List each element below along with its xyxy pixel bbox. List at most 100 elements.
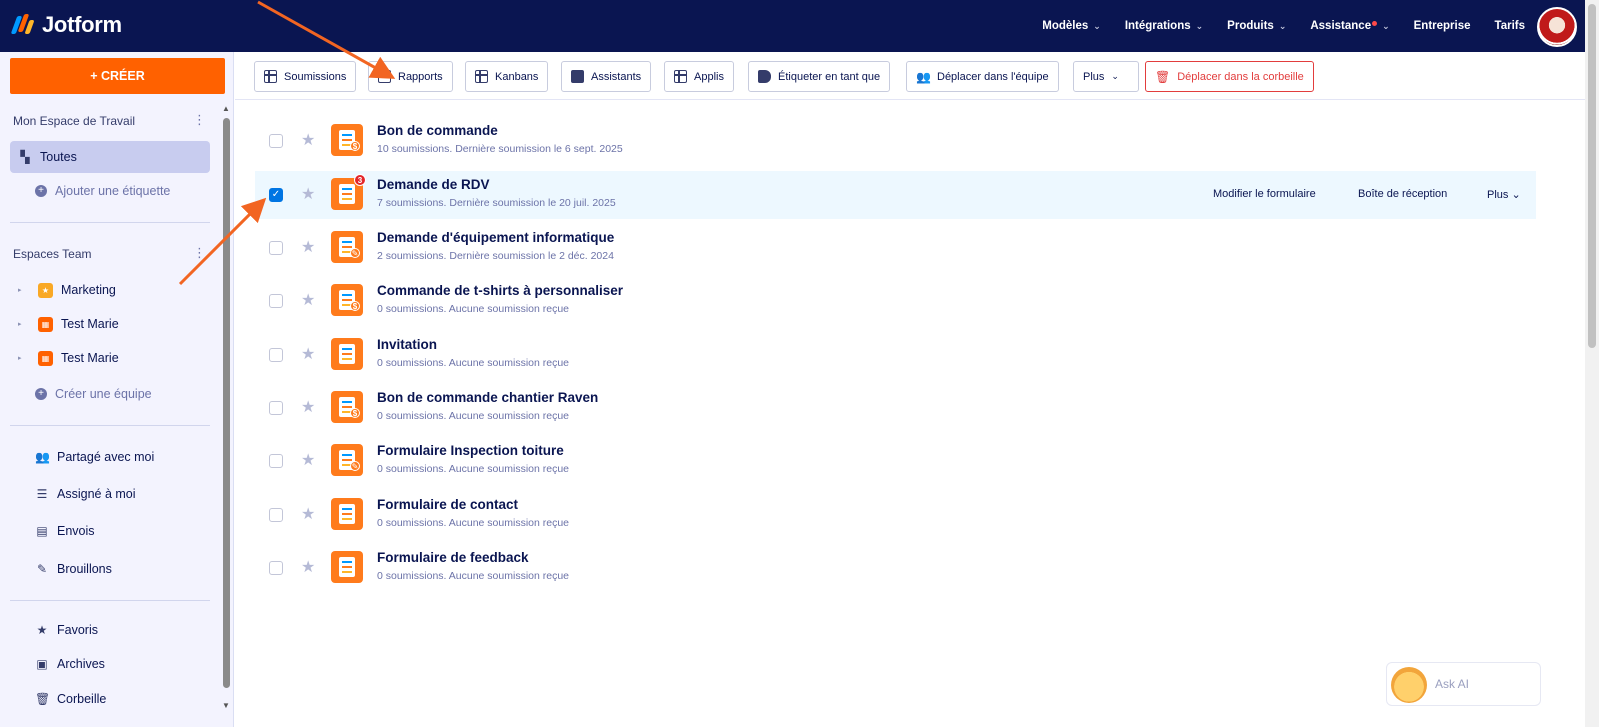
sidebar-item-favorites[interactable]: ★ Favoris [10, 614, 210, 646]
sidebar-item-team-test-marie-2[interactable]: ▸ ▦ Test Marie [10, 342, 210, 374]
form-checkbox[interactable] [269, 134, 283, 148]
apps-icon [674, 70, 687, 83]
form-icon [331, 551, 363, 583]
form-submission-info: 2 soumissions. Dernière soumission le 2 … [377, 250, 614, 262]
form-title[interactable]: Commande de t-shirts à personnaliser [377, 283, 623, 298]
form-checkbox[interactable] [269, 508, 283, 522]
kanbans-button[interactable]: Kanbans [465, 61, 549, 92]
edit-form-button[interactable]: Modifier le formulaire [1213, 188, 1316, 200]
favorite-star-icon[interactable]: ★ [301, 344, 315, 364]
sidebar-item-label: Marketing [61, 283, 116, 297]
caret-right-icon[interactable]: ▸ [18, 354, 30, 362]
add-tag-button[interactable]: + Ajouter une étiquette [10, 175, 210, 207]
caret-right-icon[interactable]: ▸ [18, 286, 30, 294]
ask-ai-button[interactable]: Ask AI [1386, 662, 1541, 706]
teams-menu-icon[interactable]: ⋮ [193, 245, 206, 261]
sidebar-item-label: Assigné à moi [57, 487, 136, 501]
nav-support[interactable]: Assistance ⌄ [1298, 20, 1401, 32]
form-title[interactable]: Demande de RDV [377, 177, 490, 192]
form-row[interactable]: ★ Formulaire de contact 0 soumissions. Auc… [255, 491, 1536, 539]
sidebar-item-team-marketing[interactable]: ▸ ★ Marketing [10, 274, 210, 306]
form-submission-info: 0 soumissions. Aucune soumission reçue [377, 570, 570, 582]
sidebar-item-label: Corbeille [57, 692, 107, 706]
sidebar-item-drafts[interactable]: ✎ Brouillons [10, 553, 210, 585]
move-to-team-button[interactable]: 👥 Déplacer dans l'équipe [906, 61, 1059, 92]
form-row[interactable]: ★ ✎ Demande d'équipement informatique 2 sou… [255, 224, 1536, 272]
sidebar-item-shared[interactable]: 👥 Partagé avec moi [10, 441, 210, 473]
inbox-button[interactable]: Boîte de réception [1358, 188, 1447, 200]
form-icon: $ [331, 284, 363, 316]
favorite-star-icon[interactable]: ★ [301, 237, 315, 257]
form-title[interactable]: Bon de commande [377, 123, 498, 138]
nav-templates[interactable]: Modèles ⌄ [1030, 20, 1113, 32]
scroll-up-icon[interactable]: ▲ [222, 104, 230, 113]
reports-button[interactable]: Rapports [368, 61, 453, 92]
form-row[interactable]: ★ $ Commande de t-shirts à personnaliser 0 … [255, 277, 1536, 325]
form-checkbox[interactable] [269, 401, 283, 415]
nav-enterprise[interactable]: Entreprise [1402, 20, 1483, 32]
draft-icon: ✎ [36, 562, 48, 576]
sidebar: + CRÉER Mon Espace de Travail ⋮ ▚ Toutes… [0, 52, 234, 727]
jotform-logo[interactable]: Jotform [10, 12, 122, 38]
more-actions-dropdown[interactable]: Plus ⌄ [1073, 61, 1139, 92]
create-team-button[interactable]: + Créer une équipe [10, 378, 210, 410]
row-more-button[interactable]: Plus ⌄ [1487, 188, 1521, 201]
sidebar-item-assigned[interactable]: ☰ Assigné à moi [10, 478, 210, 510]
page-scrollbar[interactable] [1585, 0, 1599, 727]
favorite-star-icon[interactable]: ★ [301, 184, 315, 204]
form-checkbox[interactable] [269, 294, 283, 308]
form-title[interactable]: Invitation [377, 337, 437, 352]
form-title[interactable]: Demande d'équipement informatique [377, 230, 614, 245]
sidebar-item-sent[interactable]: ▤ Envois [10, 515, 210, 547]
caret-right-icon[interactable]: ▸ [18, 320, 30, 328]
logo-text: Jotform [42, 12, 122, 37]
form-title[interactable]: Formulaire Inspection toiture [377, 443, 564, 458]
favorite-star-icon[interactable]: ★ [301, 290, 315, 310]
favorite-star-icon[interactable]: ★ [301, 450, 315, 470]
form-checkbox[interactable] [269, 241, 283, 255]
message-icon: ▤ [36, 524, 48, 538]
form-checkbox[interactable] [269, 561, 283, 575]
chevron-down-icon: ⌄ [1278, 20, 1287, 31]
form-title[interactable]: Bon de commande chantier Raven [377, 390, 598, 405]
sidebar-item-trash[interactable]: 🗑 Corbeille [10, 683, 210, 715]
sidebar-item-all[interactable]: ▚ Toutes [10, 141, 210, 173]
assistants-button[interactable]: Assistants [561, 61, 652, 92]
tag-as-button[interactable]: Étiqueter en tant que [748, 61, 891, 92]
nav-products[interactable]: Produits ⌄ [1215, 20, 1298, 32]
nav-pricing[interactable]: Tarifs [1483, 20, 1537, 32]
favorite-star-icon[interactable]: ★ [301, 397, 315, 417]
form-checkbox[interactable] [269, 454, 283, 468]
create-button[interactable]: + CRÉER [10, 58, 225, 94]
scrollbar-thumb[interactable] [1588, 4, 1596, 348]
form-title[interactable]: Formulaire de contact [377, 497, 518, 512]
workspace-menu-icon[interactable]: ⋮ [193, 112, 206, 128]
form-row[interactable]: ★ $ Bon de commande chantier Raven 0 soumis… [255, 384, 1536, 432]
sidebar-item-team-test-marie[interactable]: ▸ ▦ Test Marie [10, 308, 210, 340]
sidebar-item-label: Test Marie [61, 317, 119, 331]
sidebar-scrollbar[interactable]: ▲ ▼ [220, 104, 233, 711]
scroll-down-icon[interactable]: ▼ [222, 701, 230, 710]
form-row[interactable]: ★ $ Bon de commande 10 soumissions. Dernièr… [255, 117, 1536, 165]
form-row[interactable]: ✓ ★ 3 Demande de RDV 7 soumissions. Dernière… [255, 171, 1536, 219]
favorite-star-icon[interactable]: ★ [301, 130, 315, 150]
button-label: Applis [694, 70, 724, 83]
user-avatar[interactable] [1537, 7, 1577, 47]
form-row[interactable]: ★ Invitation 0 soumissions. Aucune soumiss… [255, 331, 1536, 379]
scrollbar-thumb[interactable] [223, 118, 230, 688]
form-row[interactable]: ★ Formulaire de feedback 0 soumissions. Au… [255, 544, 1536, 592]
submissions-button[interactable]: Soumissions [254, 61, 357, 92]
favorite-star-icon[interactable]: ★ [301, 504, 315, 524]
form-checkbox[interactable] [269, 348, 283, 362]
form-row[interactable]: ★ ✎ Formulaire Inspection toiture 0 soumiss… [255, 437, 1536, 485]
nav-integrations[interactable]: Intégrations ⌄ [1113, 20, 1215, 32]
button-label: Étiqueter en tant que [778, 70, 881, 83]
form-title[interactable]: Formulaire de feedback [377, 550, 529, 565]
move-to-trash-button[interactable]: 🗑 Déplacer dans la corbeille [1145, 61, 1314, 92]
form-checkbox[interactable]: ✓ [269, 188, 283, 202]
favorite-star-icon[interactable]: ★ [301, 557, 315, 577]
apps-button[interactable]: Applis [664, 61, 734, 92]
sidebar-item-archives[interactable]: ▣ Archives [10, 648, 210, 680]
form-type-badge-icon: $ [350, 408, 360, 418]
team-icon: ★ [38, 282, 53, 298]
